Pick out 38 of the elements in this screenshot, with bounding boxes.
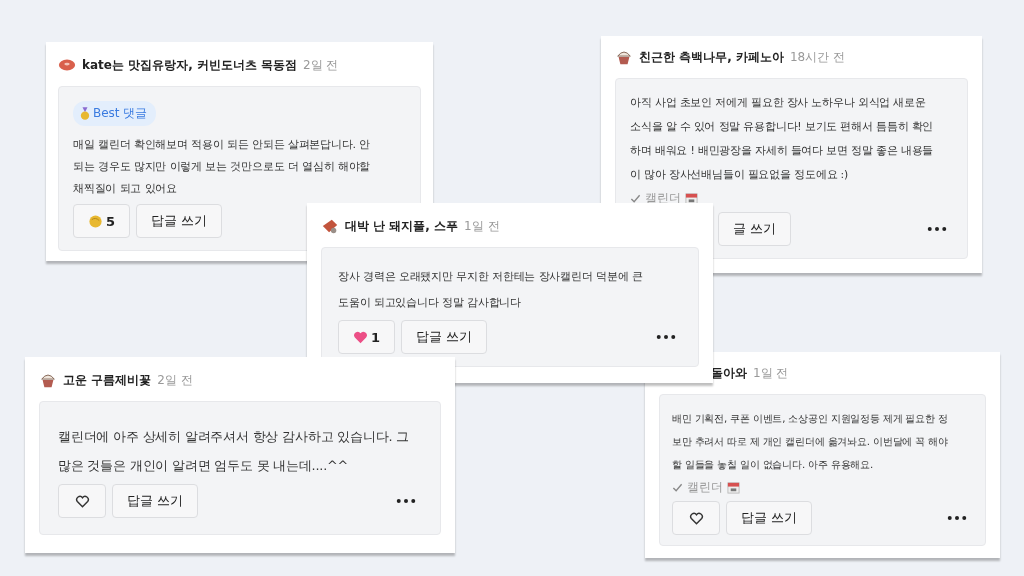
- heart-outline-icon: [688, 510, 704, 526]
- post-time: 2일 전: [157, 371, 193, 389]
- heart-outline-icon: [74, 493, 90, 509]
- post-time: 2일 전: [303, 56, 339, 74]
- reply-button[interactable]: 답글 쓰기: [136, 204, 223, 238]
- more-icon[interactable]: [396, 498, 416, 504]
- author-name: 친근한 측백나무, 카페노아: [639, 48, 784, 66]
- tag-label: 캘린더: [645, 191, 681, 206]
- calendar-icon: [727, 481, 740, 494]
- more-icon[interactable]: [656, 334, 676, 340]
- medal-icon: [80, 106, 90, 121]
- reply-button[interactable]: 답글 쓰기: [112, 484, 199, 518]
- comment-text: 캘린더에 아주 상세히 알려주셔서 항상 감사하고 있습니다. 그 많은 것들은 개인이 알려면 엄두도 못 내는데....^^: [58, 428, 410, 475]
- cupcake-icon: [615, 48, 633, 66]
- comment-text: 장사 경력은 오래됐지만 무지한 저한테는 장사캘린더 덕분에 큰 도움이 되고있습니다 정말 감사합니다: [338, 269, 644, 311]
- author-name: 돌아와: [711, 364, 747, 382]
- cupcake-icon: [39, 371, 57, 389]
- author-name: 대박 난 돼지풀, 스푸: [345, 217, 459, 235]
- author-name: 고운 구름제비꽃: [63, 371, 152, 389]
- comment-text: 아직 사업 초보인 저에게 필요한 장사 노하우나 외식업 새로운 소식을 알 수 있어 정말 유용합니다! 보기도 편해서 틈틈히 확인 하며 배워요 ! 배민광장을 자세히 들여다 보면 정말 좋은 내용들 이 많아 장사선배님들이 필요없을 정도에요 :): [630, 95, 935, 183]
- more-icon[interactable]: [927, 226, 947, 232]
- reply-button[interactable]: 글 쓰기: [718, 212, 792, 246]
- post-time: 18시간 전: [789, 48, 845, 66]
- comment-text: 배민 기획전, 쿠폰 이벤트, 소상공인 지원일정등 제게 필요한 정 보만 추려서 따로 제 개인 캘린더에 옮겨놔요. 이번달에 꼭 해야 할 일들을 놓칠 일이 없습니다. 아주 유용해요.: [672, 411, 949, 472]
- author-name: kate는 맛집유랑자, 커빈도너츠 목동점: [82, 56, 298, 74]
- reply-button[interactable]: 답글 쓰기: [401, 320, 488, 354]
- reaction-button[interactable]: [672, 501, 720, 535]
- comment-text: 매일 캘린더 확인해보며 적용이 되든 안되든 살펴본답니다. 안 되는 경우도 많지만 이렇게 보는 것만으로도 더 열심히 해야할 채찍질이 되고 있어요: [73, 137, 372, 197]
- reaction-button[interactable]: 5: [73, 204, 131, 238]
- post-time: 1일 전: [753, 364, 789, 382]
- reply-button[interactable]: 답글 쓰기: [726, 501, 813, 535]
- tag-label: 캘린더: [687, 480, 723, 495]
- more-icon[interactable]: [947, 515, 967, 521]
- reaction-button[interactable]: 1: [338, 320, 396, 354]
- post-time: 1일 전: [464, 217, 500, 235]
- reaction-button[interactable]: [58, 484, 106, 518]
- heart-icon: [353, 329, 368, 345]
- badge-label: Best 댓글: [93, 105, 148, 122]
